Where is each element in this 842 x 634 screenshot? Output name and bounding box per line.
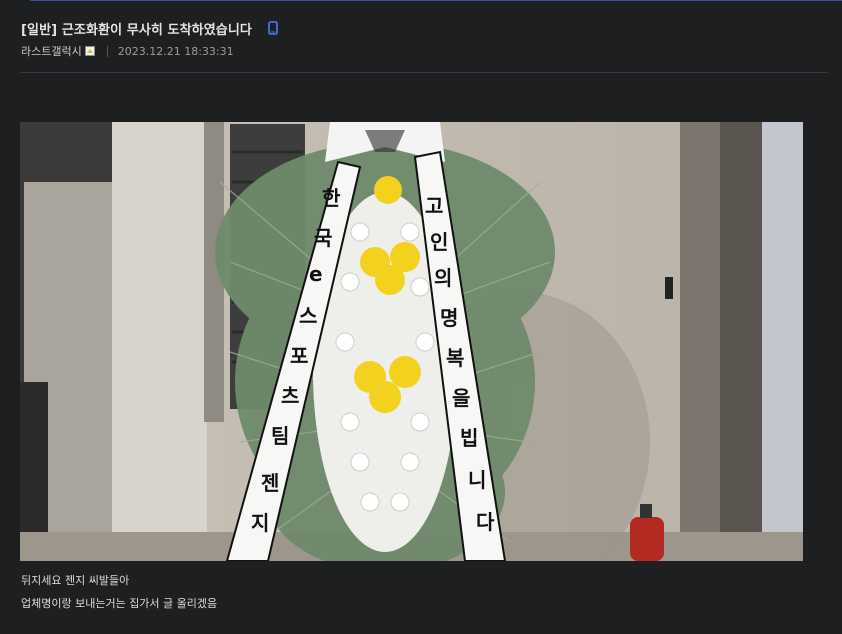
post-title: [일반] 근조화환이 무사히 도착하였습니다	[21, 22, 252, 38]
post-date: 2023.12.21 18:33:31	[117, 44, 234, 58]
post-meta: 라스트갤럭시 2023.12.21 18:33:31	[21, 42, 234, 60]
header-divider	[20, 72, 828, 73]
mobile-icon	[266, 20, 280, 36]
wreath-photo-illustration	[20, 122, 803, 561]
post-image[interactable]: 한 국 e 스 포 츠 팀 젠 지 고 인 의 명 복 을 빕 니 다	[20, 122, 803, 561]
nickname-badge-icon	[84, 46, 95, 56]
post-header: [일반] 근조화환이 무사히 도착하였습니다	[21, 18, 280, 38]
top-accent-line	[0, 0, 842, 3]
post-body-line: 업체명이랑 보내는거는 집가서 글 올리겠음	[21, 597, 218, 610]
post-body-line: 뒤지세요 젠지 씨발들아	[21, 574, 130, 587]
meta-separator	[106, 45, 108, 57]
author-nickname[interactable]: 라스트갤럭시	[21, 43, 82, 59]
